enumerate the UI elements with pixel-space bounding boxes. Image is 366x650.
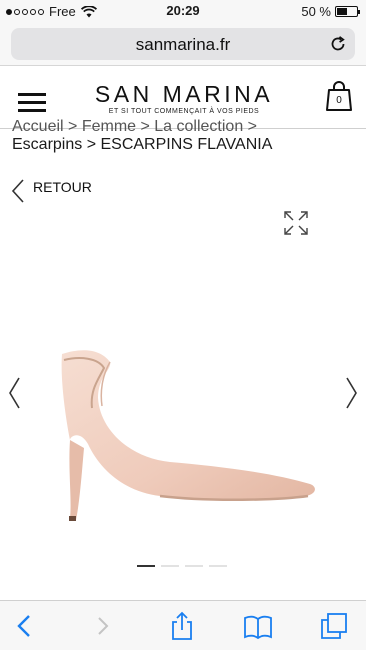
logo-tagline: ET SI TOUT COMMENÇAIT À VOS PIEDS xyxy=(108,108,260,115)
share-icon[interactable] xyxy=(167,611,197,641)
url-text[interactable]: sanmarina.fr xyxy=(11,35,355,55)
carousel-dot[interactable] xyxy=(209,565,227,567)
carousel-dot[interactable] xyxy=(137,565,155,567)
back-icon[interactable] xyxy=(10,611,40,641)
chevron-left-icon[interactable] xyxy=(7,376,21,410)
address-bar-area: sanmarina.fr xyxy=(0,22,366,66)
carousel-pagination xyxy=(137,565,227,567)
expand-icon[interactable] xyxy=(282,209,310,237)
breadcrumb: Accueil > Femme > La collection > Escarp… xyxy=(12,118,356,154)
cart-count: 0 xyxy=(336,95,342,106)
logo-text: SAN MARINA xyxy=(94,81,274,107)
hamburger-menu-icon[interactable] xyxy=(18,93,46,113)
reload-icon[interactable] xyxy=(329,35,347,53)
chevron-left-icon xyxy=(11,179,24,203)
status-bar: Free 20:29 50 % xyxy=(0,0,366,22)
shopping-bag-icon[interactable]: 0 xyxy=(326,81,352,111)
tabs-icon[interactable] xyxy=(319,611,349,641)
carousel-dot[interactable] xyxy=(185,565,203,567)
book-icon[interactable] xyxy=(243,611,273,641)
back-link-label: RETOUR xyxy=(33,179,92,195)
product-image xyxy=(61,350,315,521)
battery-percent: 50 % xyxy=(301,4,331,19)
breadcrumb-line-2[interactable]: Escarpins > ESCARPINS FLAVANIA xyxy=(12,136,356,154)
breadcrumb-line-1[interactable]: Accueil > Femme > La collection > xyxy=(12,118,356,136)
battery-icon xyxy=(335,6,360,17)
product-gallery xyxy=(0,250,366,550)
site-logo[interactable]: SAN MARINA ET SI TOUT COMMENÇAIT À VOS P… xyxy=(92,82,276,115)
forward-icon[interactable] xyxy=(88,611,118,641)
address-bar[interactable]: sanmarina.fr xyxy=(11,28,355,60)
status-right: 50 % xyxy=(301,4,360,19)
browser-toolbar xyxy=(0,600,366,650)
back-link[interactable]: RETOUR xyxy=(11,179,92,203)
carousel-dot[interactable] xyxy=(161,565,179,567)
chevron-right-icon[interactable] xyxy=(345,376,359,410)
